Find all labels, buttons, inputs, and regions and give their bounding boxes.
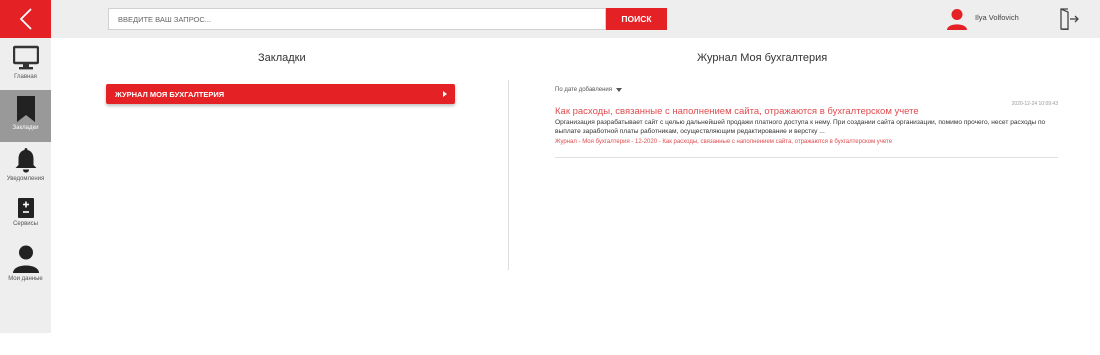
search-input[interactable] [108, 8, 606, 30]
caret-down-icon [615, 88, 622, 92]
search-button[interactable]: ПОИСК [606, 8, 667, 30]
sidebar-item-label: Главная [14, 74, 37, 80]
bookmark-item-journal[interactable]: ЖУРНАЛ МОЯ БУХГАЛТЕРИЯ [106, 84, 455, 104]
article-item: 2020-12-24 10:09:43 Как расходы, связанн… [555, 100, 1058, 158]
sidebar-item-services[interactable]: Сервисы [0, 196, 51, 238]
bookmark-icon [16, 96, 35, 122]
sidebar-item-my-data[interactable]: Мои данные [0, 243, 51, 293]
sort-label: По дате добавления [555, 87, 612, 93]
chevron-left-icon [19, 8, 32, 30]
sidebar: Главная Закладки Уведомления Сервисы Мои… [0, 38, 51, 333]
sidebar-item-home[interactable]: Главная [0, 42, 51, 88]
calculator-icon [17, 198, 34, 218]
sidebar-item-label: Мои данные [8, 276, 43, 282]
article-date: 2020-12-24 10:09:43 [1011, 101, 1058, 107]
sidebar-item-notifications[interactable]: Уведомления [0, 144, 51, 192]
monitor-icon [12, 45, 39, 70]
sidebar-item-bookmarks[interactable]: Закладки [0, 90, 51, 142]
back-button[interactable] [0, 0, 51, 38]
column-divider [508, 80, 509, 270]
sidebar-item-label: Сервисы [13, 221, 38, 227]
article-title-link[interactable]: Как расходы, связанные с наполнением сай… [555, 106, 919, 117]
sidebar-item-label: Уведомления [6, 176, 45, 182]
user-name[interactable]: Ilya Volfovich [975, 13, 1019, 22]
bookmark-item-label: ЖУРНАЛ МОЯ БУХГАЛТЕРИЯ [115, 89, 225, 99]
user-icon [12, 245, 39, 273]
bell-icon [15, 148, 36, 173]
top-bar: ПОИСК Ilya Volfovich [0, 0, 1100, 38]
journal-title: Журнал Моя бухгалтерия [697, 52, 828, 64]
logout-icon[interactable] [1059, 8, 1079, 30]
article-excerpt: Организация разрабатывает сайт с целью д… [555, 119, 1046, 135]
article-breadcrumb-link[interactable]: Журнал - Моя бухгалтерия - 12-2020 - Как… [555, 139, 892, 145]
sidebar-item-label: Закладки [12, 125, 39, 131]
sort-dropdown[interactable]: По дате добавления [555, 87, 622, 93]
user-avatar-icon[interactable] [946, 8, 968, 30]
arrow-right-icon [443, 91, 447, 97]
bookmarks-title: Закладки [258, 52, 306, 64]
